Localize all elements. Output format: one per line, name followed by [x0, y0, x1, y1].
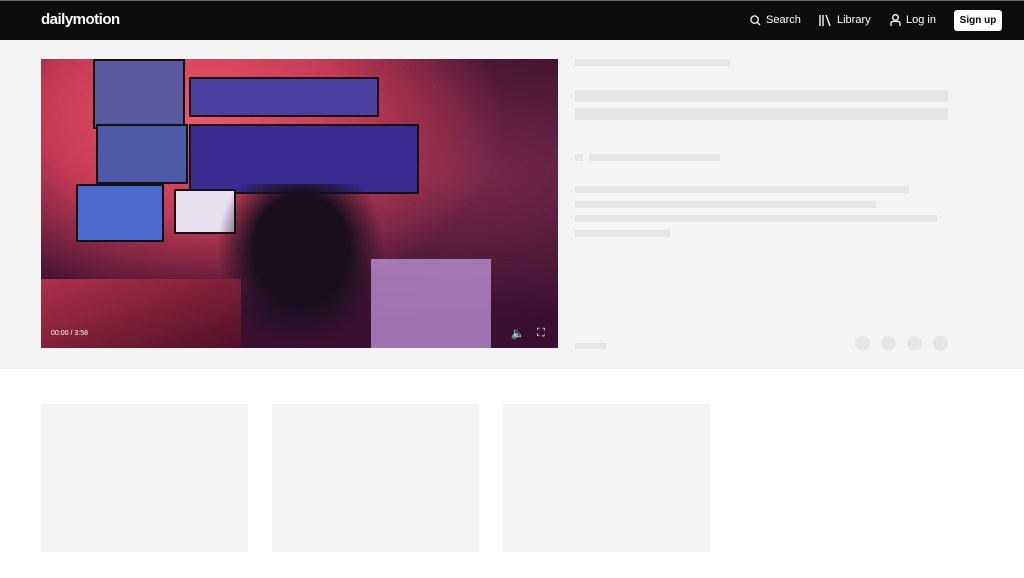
signup-button[interactable]: Sign up	[954, 10, 1002, 31]
skeleton-line	[575, 343, 606, 349]
skeleton-line	[575, 215, 937, 222]
skeleton-line	[575, 59, 730, 66]
library-button[interactable]: Library	[819, 14, 871, 26]
search-button[interactable]: Search	[750, 14, 801, 26]
skeleton-line	[575, 186, 909, 193]
user-icon	[890, 14, 901, 26]
skeleton-action	[881, 336, 896, 351]
video-frame-monitor	[189, 77, 379, 117]
video-frame-console	[41, 279, 241, 348]
video-time: 00:00 / 3:58	[51, 330, 88, 337]
skeleton-avatar	[575, 154, 583, 161]
fullscreen-icon[interactable]: ⛶	[537, 327, 545, 340]
skeleton-title	[575, 90, 948, 102]
skeleton-line	[589, 154, 720, 161]
skeleton-card	[41, 404, 248, 552]
skeleton-line	[575, 230, 670, 237]
skeleton-action	[855, 336, 870, 351]
skeleton-card	[272, 404, 479, 552]
login-label: Log in	[906, 14, 936, 26]
video-frame-monitor	[96, 124, 188, 184]
library-icon	[819, 14, 831, 26]
video-frame-cabinet	[371, 259, 491, 348]
video-frame-person	[216, 184, 386, 348]
video-player[interactable]: 00:00 / 3:58 🔈 ⛶	[41, 59, 558, 348]
skeleton-action	[933, 336, 948, 351]
skeleton-action	[907, 336, 922, 351]
skeleton-title	[575, 108, 948, 120]
login-button[interactable]: Log in	[890, 14, 936, 26]
video-frame-monitor	[76, 184, 164, 242]
skeleton-card	[503, 404, 710, 552]
top-bar: dailymotion Search Library Log in Sign u…	[0, 0, 1024, 40]
logo[interactable]: dailymotion	[41, 11, 120, 28]
video-frame-monitor	[93, 59, 185, 129]
library-label: Library	[837, 14, 871, 26]
search-icon	[750, 14, 761, 26]
skeleton-line	[575, 201, 876, 208]
speaker-icon[interactable]: 🔈	[511, 327, 525, 340]
search-label: Search	[766, 14, 801, 26]
